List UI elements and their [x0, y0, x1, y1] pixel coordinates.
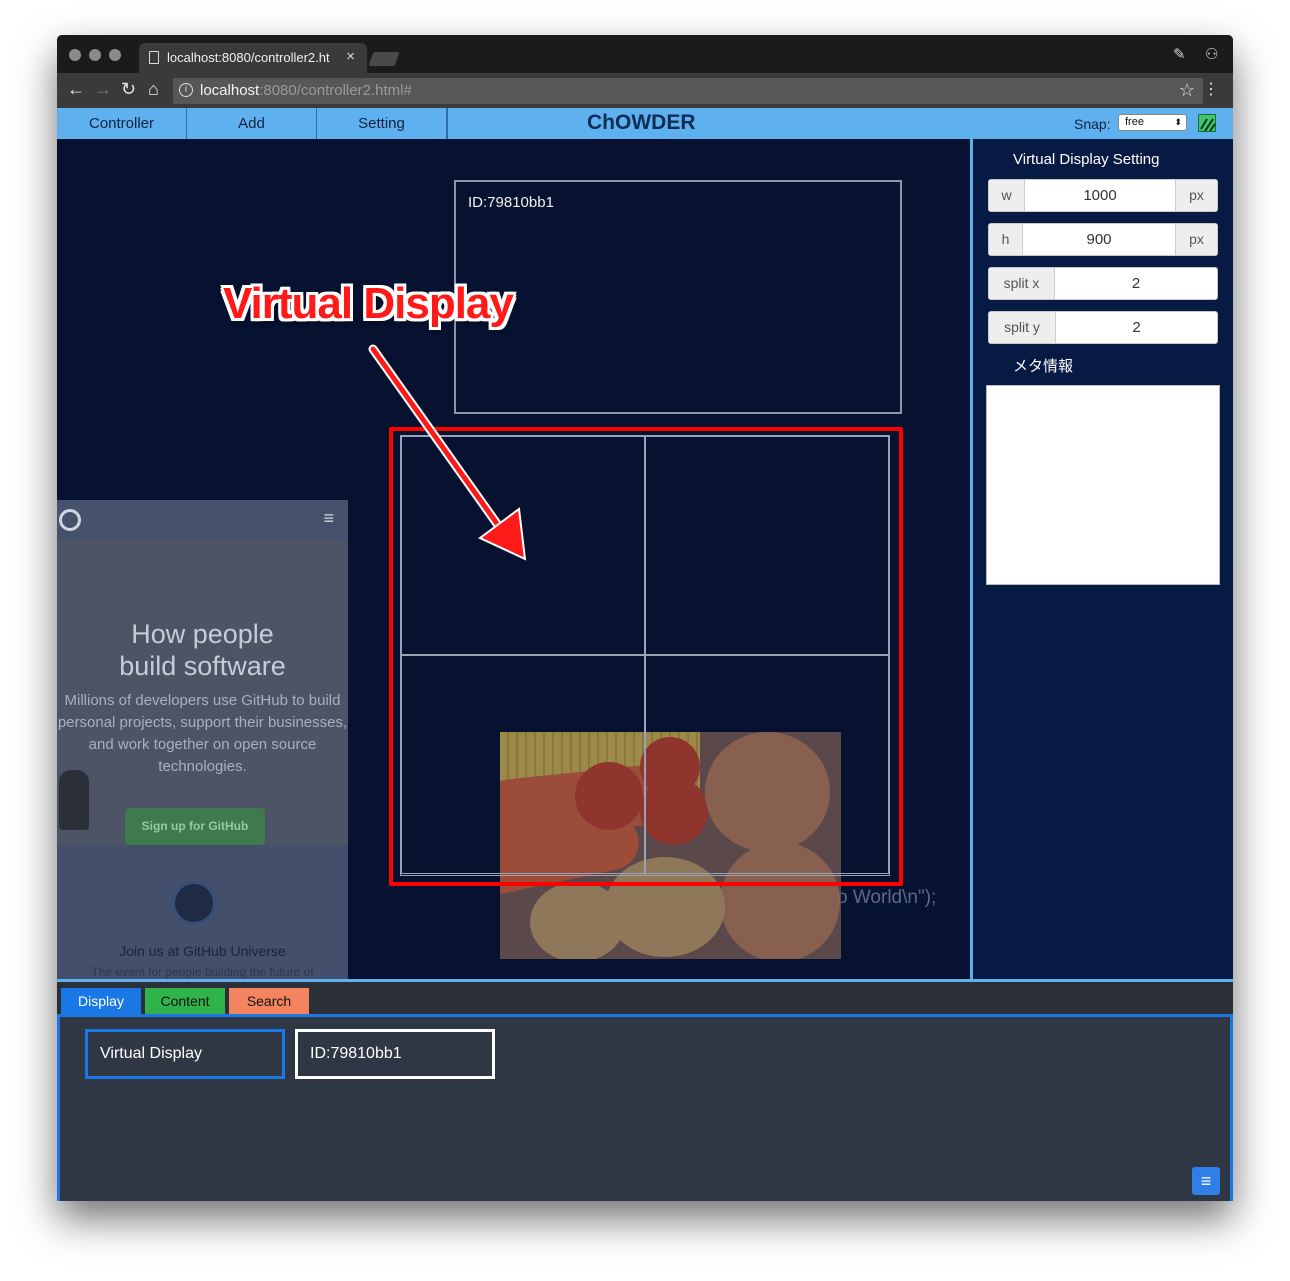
bottom-panel: Display Content Search Virtual Display I…: [57, 979, 1233, 1201]
github-logo-icon: [59, 509, 81, 531]
grid-toggle-icon[interactable]: [1198, 114, 1216, 132]
height-input[interactable]: 900: [1023, 224, 1175, 255]
planet-icon: [172, 881, 216, 925]
content-webpage[interactable]: ≡ How people build software Millions of d…: [57, 500, 348, 979]
split-y-label: split y: [989, 312, 1056, 343]
home-icon[interactable]: ⌂: [148, 79, 159, 100]
split-x-label: split x: [989, 268, 1055, 299]
info-icon[interactable]: i: [179, 83, 193, 97]
browser-menu-icon[interactable]: ⋮: [1203, 79, 1219, 99]
bookmark-star-icon[interactable]: ☆: [1179, 80, 1195, 101]
app-header: Controller Add Setting ChOWDER Snap: fre…: [57, 108, 1233, 139]
new-tab-button[interactable]: [368, 52, 400, 66]
width-label: w: [989, 180, 1025, 211]
url-text: localhost:8080/controller2.html#: [200, 82, 412, 99]
address-bar[interactable]: i localhost:8080/controller2.html# ☆: [173, 78, 1203, 104]
menu-setting[interactable]: Setting: [317, 108, 447, 139]
browser-toolbar: ← → ↻ ⌂ i localhost:8080/controller2.htm…: [57, 73, 1233, 108]
menu-divider: [447, 108, 448, 139]
hamburger-icon: ≡: [323, 508, 334, 528]
snap-select[interactable]: free ⬍: [1118, 114, 1187, 131]
settings-title: Virtual Display Setting: [1013, 151, 1160, 168]
url-path: :8080/controller2.html#: [259, 82, 412, 99]
code-content[interactable]: o World\n");: [837, 887, 936, 909]
minimize-window-dot[interactable]: [89, 49, 101, 61]
forward-icon[interactable]: →: [94, 79, 112, 100]
browser-window: localhost:8080/controller2.ht × ✎ ⚇ ← → …: [57, 35, 1233, 1201]
display-canvas[interactable]: ID:79810bb1 ≡ How people build software M…: [57, 139, 970, 979]
incognito-icon: ⚇: [1205, 46, 1219, 63]
headline-line-2: build software: [119, 651, 286, 681]
github-universe-section: Join us at GitHub Universe The event for…: [57, 845, 348, 979]
height-unit: px: [1175, 224, 1217, 255]
width-field: w 1000 px: [988, 179, 1218, 212]
height-label: h: [989, 224, 1023, 255]
menu-add[interactable]: Add: [187, 108, 317, 139]
github-hero: How people build software Millions of dev…: [57, 540, 348, 845]
tab-search[interactable]: Search: [229, 988, 309, 1014]
github-signup-button: Sign up for GitHub: [125, 808, 265, 845]
tab-close-icon[interactable]: ×: [346, 48, 355, 65]
settings-panel: Virtual Display Setting w 1000 px h 900 …: [970, 139, 1233, 979]
width-unit: px: [1175, 180, 1217, 211]
panel-menu-icon[interactable]: ≡: [1192, 1167, 1220, 1195]
height-field: h 900 px: [988, 223, 1218, 256]
display-window[interactable]: ID:79810bb1: [454, 180, 902, 414]
annotation-highlight-box: [389, 427, 903, 886]
meta-info-textarea[interactable]: [986, 385, 1220, 585]
snap-label: Snap:: [1074, 116, 1111, 132]
close-window-dot[interactable]: [69, 49, 81, 61]
split-x-input[interactable]: 2: [1055, 268, 1217, 299]
split-y-field: split y 2: [988, 311, 1218, 344]
split-x-field: split x 2: [988, 267, 1218, 300]
width-input[interactable]: 1000: [1025, 180, 1175, 211]
tab-strip: localhost:8080/controller2.ht × ✎ ⚇: [57, 35, 1233, 73]
app-title: ChOWDER: [587, 111, 696, 134]
github-headline: How people build software: [57, 618, 348, 682]
github-join-text: Join us at GitHub Universe: [119, 943, 286, 959]
url-host: localhost: [200, 82, 260, 99]
page-icon: [149, 51, 159, 64]
display-list-item[interactable]: Virtual Display: [85, 1029, 285, 1079]
menu-controller[interactable]: Controller: [57, 108, 187, 139]
snap-select-value: free: [1125, 116, 1144, 128]
split-y-input[interactable]: 2: [1056, 312, 1217, 343]
select-arrows-icon: ⬍: [1174, 117, 1182, 127]
extension-icon[interactable]: ✎: [1173, 45, 1186, 63]
browser-tab[interactable]: localhost:8080/controller2.ht ×: [139, 43, 367, 73]
tab-content[interactable]: Content: [145, 988, 225, 1014]
meta-info-label: メタ情報: [1013, 358, 1074, 375]
headline-line-1: How people: [131, 619, 274, 649]
display-id-label: ID:79810bb1: [468, 194, 554, 211]
tab-display[interactable]: Display: [61, 988, 141, 1014]
github-event-text: The event for people building the future…: [91, 965, 314, 979]
display-list-panel: Virtual Display ID:79810bb1 ≡: [57, 1014, 1233, 1201]
back-icon[interactable]: ←: [67, 79, 85, 100]
tab-title: localhost:8080/controller2.ht: [167, 50, 330, 65]
display-list-item[interactable]: ID:79810bb1: [295, 1029, 495, 1079]
octocat-icon: [59, 770, 89, 830]
annotation-label: Virtual Display: [223, 279, 514, 328]
github-header: ≡: [57, 500, 348, 540]
github-paragraph: Millions of developers use GitHub to bui…: [57, 692, 348, 775]
reload-icon[interactable]: ↻: [121, 79, 136, 100]
zoom-window-dot[interactable]: [109, 49, 121, 61]
